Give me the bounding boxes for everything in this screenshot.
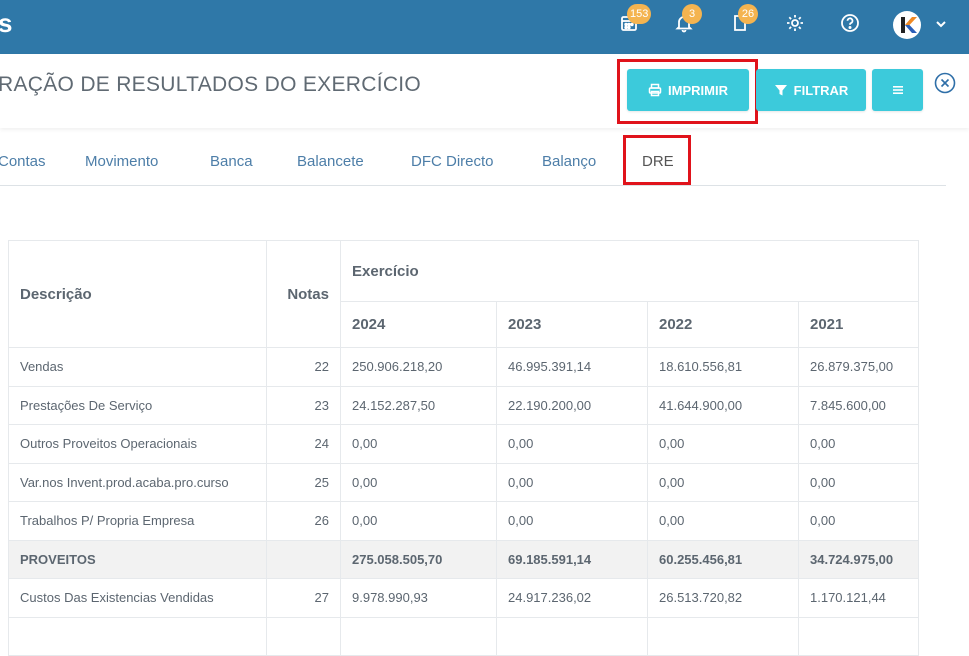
header-descricao: Descrição: [8, 240, 267, 348]
print-button[interactable]: IMPRIMIR: [627, 69, 749, 111]
document-badge: 26: [738, 4, 758, 24]
filter-button[interactable]: FILTRAR: [756, 69, 866, 111]
document-icon[interactable]: 26: [729, 4, 758, 34]
tab-balancete[interactable]: Balancete: [297, 153, 364, 170]
row-value: 18.610.556,81: [647, 347, 799, 387]
row-value: 26.513.720,82: [647, 578, 799, 618]
table-row: Var.nos Invent.prod.acaba.pro.curso 25 0…: [8, 462, 919, 502]
top-bar: s 153 3 26: [0, 0, 969, 54]
bell-icon[interactable]: 3: [673, 4, 702, 34]
row-value: 22.190.200,00: [496, 385, 648, 425]
row-value: 60.255.456,81: [647, 539, 799, 579]
row-value: 0,00: [647, 462, 799, 502]
row-value: 0,00: [496, 424, 648, 464]
row-nota: 24: [266, 424, 341, 464]
chevron-down-icon[interactable]: [934, 17, 948, 31]
header-notas: Notas: [266, 240, 341, 348]
row-nota: [266, 539, 341, 579]
filter-icon: [774, 85, 787, 96]
header-year: 2021: [798, 301, 919, 348]
calendar-badge: 153: [627, 4, 652, 24]
row-value: 24.152.287,50: [340, 385, 497, 425]
row-value: 0,00: [798, 501, 919, 541]
close-icon[interactable]: [934, 72, 956, 94]
row-descricao: Var.nos Invent.prod.acaba.pro.curso: [8, 462, 267, 502]
row-value: 0,00: [647, 501, 799, 541]
row-value: 0,00: [340, 501, 497, 541]
gear-icon[interactable]: [784, 12, 806, 34]
row-value: 9.978.990,93: [340, 578, 497, 618]
calendar-icon[interactable]: 153: [618, 4, 652, 34]
row-value: 46.995.391,14: [496, 347, 648, 387]
menu-button[interactable]: [872, 69, 923, 111]
avatar-k-logo: [901, 17, 917, 33]
bell-badge: 3: [682, 4, 702, 24]
page-title: RAÇÃO DE RESULTADOS DO EXERCÍCIO: [0, 73, 422, 96]
row-value: 0,00: [496, 462, 648, 502]
tab-dre[interactable]: DRE: [642, 153, 674, 170]
header-year: 2024: [340, 301, 497, 348]
header-exercicio: Exercício: [340, 240, 919, 302]
tab-dfc-directo[interactable]: DFC Directo: [411, 153, 494, 170]
row-value: 0,00: [340, 462, 497, 502]
dre-table: Descrição Notas Exercício 2024 2023 2022…: [8, 240, 919, 656]
row-descricao: Custos Das Existencias Vendidas: [8, 578, 267, 618]
row-value: 7.845.600,00: [798, 385, 919, 425]
brand-logo[interactable]: s: [0, 8, 12, 39]
row-value: 275.058.505,70: [340, 539, 497, 579]
row-descricao: Outros Proveitos Operacionais: [8, 424, 267, 464]
row-descricao: Prestações De Serviço: [8, 385, 267, 425]
tab-banca[interactable]: Banca: [210, 153, 253, 170]
row-value: 26.879.375,00: [798, 347, 919, 387]
row-value: 1.170.121,44: [798, 578, 919, 618]
row-value: 0,00: [798, 462, 919, 502]
row-descricao: Trabalhos P/ Propria Empresa: [8, 501, 267, 541]
header-year: 2022: [647, 301, 799, 348]
hamburger-icon: [892, 86, 903, 94]
table-row: [8, 616, 919, 656]
row-value: 250.906.218,20: [340, 347, 497, 387]
table-row-total: PROVEITOS 275.058.505,70 69.185.591,14 6…: [8, 539, 919, 579]
row-value: 34.724.975,00: [798, 539, 919, 579]
filter-button-label: FILTRAR: [793, 82, 849, 98]
table-row: Trabalhos P/ Propria Empresa 26 0,00 0,0…: [8, 501, 919, 541]
tab-movimento[interactable]: Movimento: [85, 153, 158, 170]
table-row: Vendas 22 250.906.218,20 46.995.391,14 1…: [8, 347, 919, 387]
table-row: Outros Proveitos Operacionais 24 0,00 0,…: [8, 424, 919, 464]
row-value: 0,00: [496, 501, 648, 541]
row-value: 0,00: [340, 424, 497, 464]
row-value: 0,00: [798, 424, 919, 464]
row-value: 24.917.236,02: [496, 578, 648, 618]
printer-icon: [648, 83, 662, 97]
row-nota: 23: [266, 385, 341, 425]
row-value: 41.644.900,00: [647, 385, 799, 425]
row-value: 0,00: [647, 424, 799, 464]
row-descricao: PROVEITOS: [8, 539, 267, 579]
row-nota: 25: [266, 462, 341, 502]
print-button-label: IMPRIMIR: [668, 82, 728, 98]
row-nota: 22: [266, 347, 341, 387]
avatar[interactable]: [893, 11, 921, 39]
table-row: Custos Das Existencias Vendidas 27 9.978…: [8, 578, 919, 618]
row-descricao: Vendas: [8, 347, 267, 387]
help-icon[interactable]: [839, 12, 861, 34]
tab-balanco[interactable]: Balanço: [542, 153, 596, 170]
tab-bar: Contas Movimento Banca Balancete DFC Dir…: [0, 140, 946, 186]
table-row: Prestações De Serviço 23 24.152.287,50 2…: [8, 385, 919, 425]
row-nota: 26: [266, 501, 341, 541]
row-value: 69.185.591,14: [496, 539, 648, 579]
tab-contas[interactable]: Contas: [0, 153, 46, 170]
header-year: 2023: [496, 301, 648, 348]
row-nota: 27: [266, 578, 341, 618]
